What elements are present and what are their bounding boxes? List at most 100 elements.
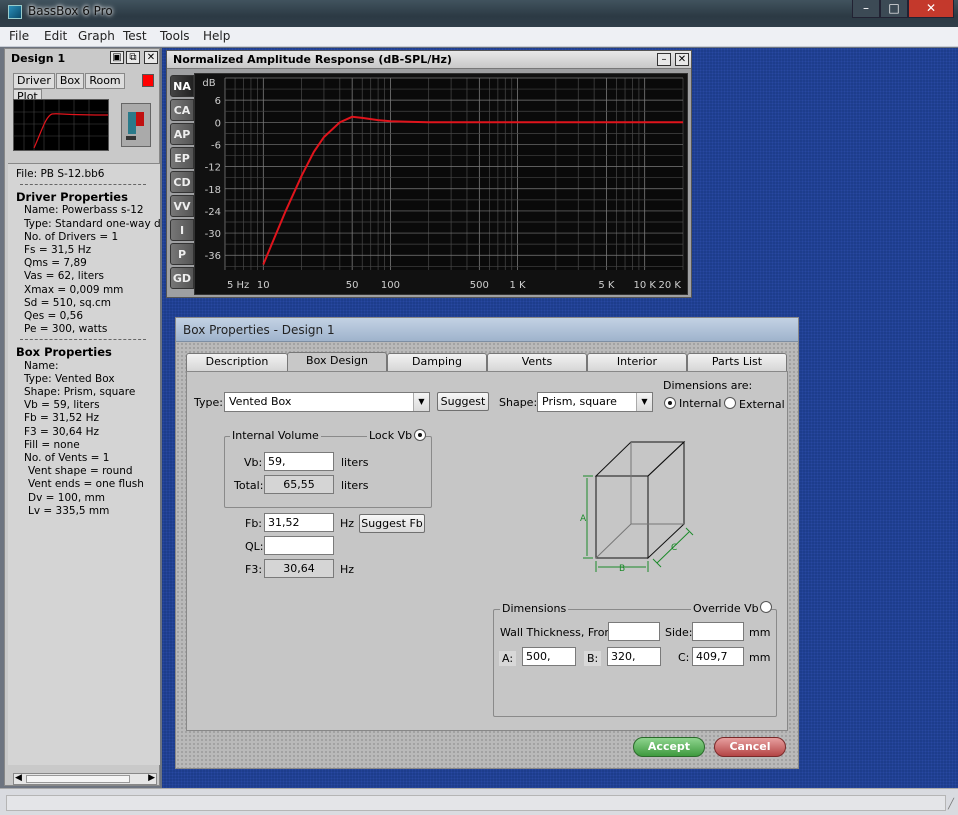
total-label: Total: <box>234 479 264 492</box>
wall-side-input[interactable] <box>692 622 744 641</box>
scroll-thumb[interactable] <box>26 775 130 783</box>
scroll-left-icon[interactable]: ◀ <box>15 773 22 783</box>
type-label: Type: <box>194 396 223 409</box>
side-label: Side: <box>665 626 693 639</box>
box-property: Name: <box>24 359 59 372</box>
box-property: Type: Vented Box <box>24 372 115 385</box>
graph-tab-gd[interactable]: GD <box>170 267 194 289</box>
type-select[interactable]: Vented Box ▼ <box>224 392 430 412</box>
menu-help[interactable]: Help <box>203 29 230 43</box>
box-preview-icon[interactable] <box>121 103 151 147</box>
y-tick-label: -6 <box>211 140 221 151</box>
x-tick-label: 50 <box>346 280 359 291</box>
internal-label: Internal <box>679 397 722 410</box>
graph-tab-ca[interactable]: CA <box>170 99 194 121</box>
y-tick-label: -24 <box>205 207 221 218</box>
external-radio[interactable] <box>724 397 736 409</box>
box-outline <box>594 440 686 560</box>
tab-interior[interactable]: Interior <box>587 353 687 371</box>
suggest-button[interactable]: Suggest <box>437 392 489 411</box>
total-volume-value: 65,55 <box>264 475 334 494</box>
graph-tab-i[interactable]: I <box>170 219 194 241</box>
maximize-button[interactable]: □ <box>880 0 908 18</box>
tab-room[interactable]: Room <box>85 73 125 89</box>
shape-select[interactable]: Prism, square ▼ <box>537 392 653 412</box>
plot-color-swatch[interactable] <box>142 74 154 87</box>
total-unit: liters <box>341 479 369 492</box>
f3-unit: Hz <box>340 563 355 576</box>
tab-parts-list[interactable]: Parts List <box>687 353 787 371</box>
graph-tab-cd[interactable]: CD <box>170 171 194 193</box>
chevron-down-icon[interactable]: ▼ <box>413 393 429 411</box>
plot-area[interactable]: dB 6 0 -6 -12 -18 -24 -30 -36 5 Hz 10 50 100 500 1 K 5 … <box>194 73 688 295</box>
app-icon <box>8 5 22 19</box>
close-icon[interactable]: ✕ <box>144 51 158 64</box>
box-diagram[interactable]: A B C <box>577 432 707 582</box>
fb-input[interactable]: 31,52 <box>264 513 334 532</box>
graph-tab-ap[interactable]: AP <box>170 123 194 145</box>
design-panel: Design 1 ▣ ⧉ ✕ Driver Box RoomPlot File: P… <box>4 48 160 786</box>
b-input[interactable]: 320, <box>607 647 661 666</box>
a-input[interactable]: 500, <box>522 647 576 666</box>
response-thumbnail[interactable] <box>13 99 109 151</box>
override-vb-radio[interactable] <box>760 601 772 613</box>
x-tick-label: 1 K <box>510 280 527 291</box>
internal-radio[interactable] <box>664 397 676 409</box>
fb-unit: Hz <box>340 517 355 530</box>
driver-property: Fs = 31,5 Hz <box>24 244 92 257</box>
lock-vb-radio[interactable] <box>414 429 426 441</box>
vb-input[interactable]: 59, <box>264 452 334 471</box>
fb-label: Fb: <box>245 517 263 530</box>
box-property: Fb = 31,52 Hz <box>24 412 99 425</box>
menu-edit[interactable]: Edit <box>44 29 67 43</box>
design-panel-title: Design 1 <box>11 52 66 65</box>
menu-tools[interactable]: Tools <box>160 29 190 43</box>
wall-thickness-label: Wall Thickness, Front: <box>500 626 620 639</box>
chevron-down-icon[interactable]: ▼ <box>636 393 652 411</box>
x-tick-label: 100 <box>381 280 400 291</box>
wall-front-input[interactable] <box>608 622 660 641</box>
close-icon[interactable]: ✕ <box>675 53 689 66</box>
cancel-button[interactable]: Cancel <box>714 737 786 757</box>
resize-grip-icon[interactable]: ╱ <box>948 799 954 810</box>
menu-bar: File Edit Graph Test Tools Help <box>0 27 958 47</box>
minimize-button[interactable]: – <box>852 0 880 18</box>
menu-file[interactable]: File <box>9 29 29 43</box>
box-property: Shape: Prism, square <box>24 386 136 399</box>
ql-input[interactable] <box>264 536 334 555</box>
tab-vents[interactable]: Vents <box>487 353 587 371</box>
tab-box[interactable]: Box <box>55 73 85 89</box>
copy-icon[interactable]: ⧉ <box>126 51 140 64</box>
box-property: Fill = none <box>24 438 80 451</box>
graph-tab-ep[interactable]: EP <box>170 147 194 169</box>
b-label: B: <box>584 651 602 666</box>
save-icon[interactable]: ▣ <box>110 51 124 64</box>
accept-button[interactable]: Accept <box>633 737 705 757</box>
tab-description[interactable]: Description <box>186 353 288 371</box>
close-button[interactable]: ✕ <box>908 0 954 18</box>
vb-label: Vb: <box>244 456 263 469</box>
tab-driver[interactable]: Driver <box>13 73 55 89</box>
tab-box-design[interactable]: Box Design <box>287 352 387 372</box>
tab-damping[interactable]: Damping <box>387 353 487 371</box>
graph-title: Normalized Amplitude Response (dB-SPL/Hz… <box>173 53 452 66</box>
suggest-fb-button[interactable]: Suggest Fb <box>359 514 425 533</box>
graph-tab-vv[interactable]: VV <box>170 195 194 217</box>
menu-test[interactable]: Test <box>123 29 147 43</box>
c-input[interactable]: 409,7 <box>692 647 744 666</box>
horizontal-scrollbar[interactable]: ◀ ▶ <box>13 773 157 785</box>
design-panel-header: Design 1 ▣ ⧉ ✕ <box>5 49 159 67</box>
driver-property: Sd = 510, sq.cm <box>24 296 111 309</box>
graph-tab-na[interactable]: NA <box>170 75 194 97</box>
driver-property: Pe = 300, watts <box>24 323 108 336</box>
vent-property: Vent ends = one flush <box>28 478 144 491</box>
design-panel-tabs: Driver Box RoomPlot <box>13 73 159 105</box>
menu-graph[interactable]: Graph <box>78 29 115 43</box>
scroll-right-icon[interactable]: ▶ <box>148 773 155 783</box>
driver-properties-heading: Driver Properties <box>16 190 128 205</box>
status-bar: ╱ <box>0 788 958 815</box>
minimize-icon[interactable]: – <box>657 53 671 66</box>
graph-tab-p[interactable]: P <box>170 243 194 265</box>
dialog-titlebar: Box Properties - Design 1 <box>176 318 798 342</box>
box-properties-heading: Box Properties <box>16 345 112 360</box>
